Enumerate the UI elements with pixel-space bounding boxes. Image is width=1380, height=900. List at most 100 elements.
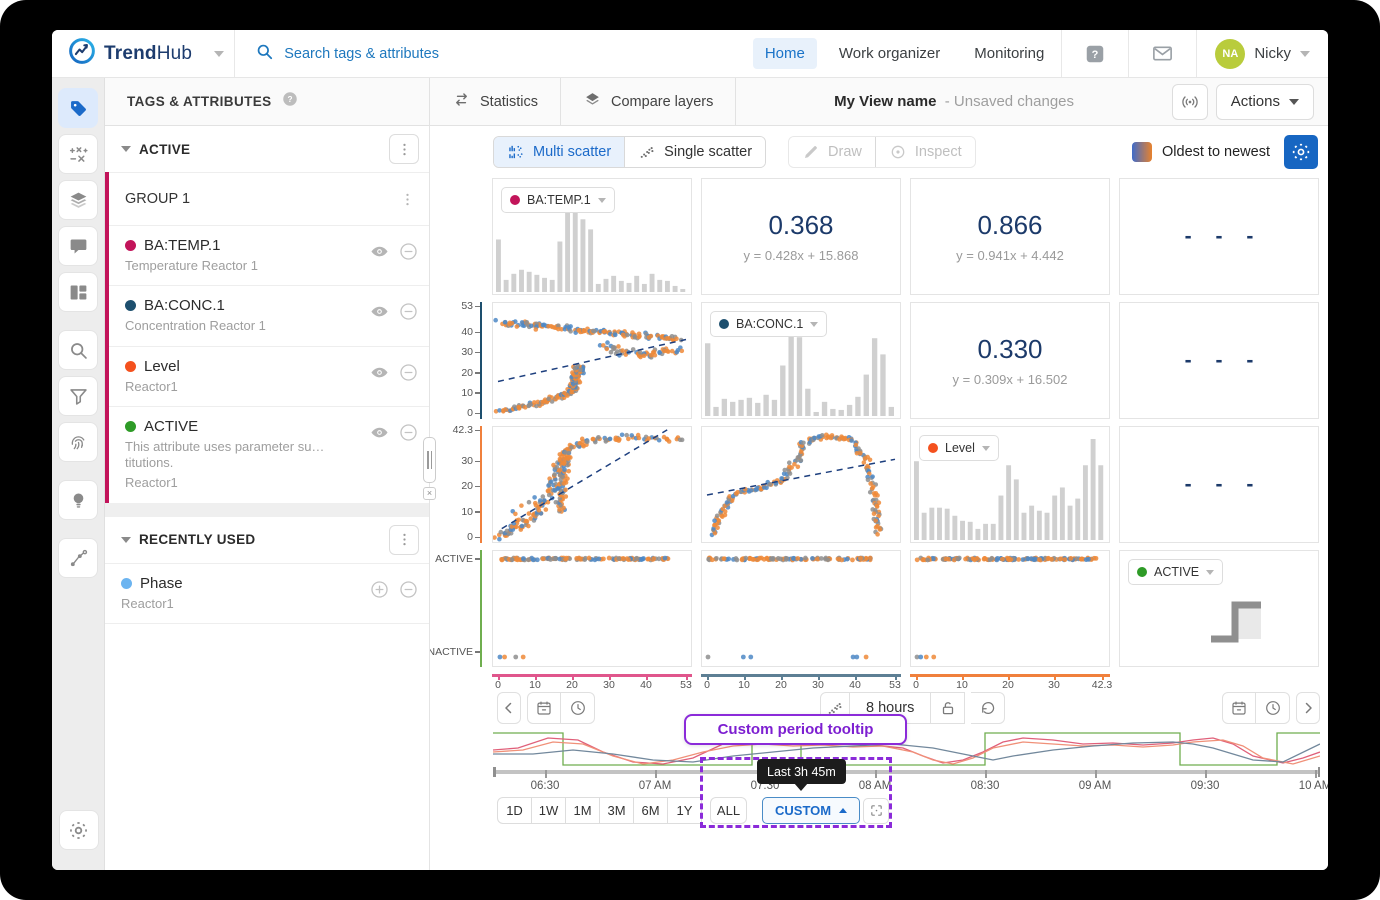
matrix-cell-1-0[interactable] [492,302,692,419]
tab-label: Single scatter [664,144,752,160]
time-start-button[interactable] [561,692,595,724]
rail-gear-icon[interactable] [59,810,99,850]
matrix-cell-1-1[interactable]: BA:CONC.1 [701,302,901,419]
rail-search-icon[interactable] [58,330,98,370]
matrix-cell-1-2[interactable]: 0.330y = 0.309x + 16.502 [910,302,1110,419]
group-menu-button[interactable] [395,187,419,211]
no-correlation-cell[interactable]: - - - [1119,302,1319,419]
range-button-all[interactable]: ALL [710,797,747,824]
range-button-1w[interactable]: 1W [531,797,566,824]
matrix-cell-2-0[interactable] [492,426,692,543]
tag-item-level[interactable]: LevelReactor1 [109,346,429,406]
calendar-end-button[interactable] [1222,692,1256,724]
series-chip-ba-conc-1[interactable]: BA:CONC.1 [710,311,827,337]
eye-icon[interactable] [369,422,390,448]
series-chip-level[interactable]: Level [919,435,999,461]
scroll-right-button[interactable] [1296,692,1320,724]
nav-item-monitoring[interactable]: Monitoring [962,38,1056,69]
minus-circle-icon[interactable] [398,241,419,267]
minus-circle-icon[interactable] [398,301,419,327]
time-end-button[interactable] [1256,692,1290,724]
range-button-1m[interactable]: 1M [565,797,600,824]
section-menu-button[interactable] [389,134,419,164]
range-button-custom[interactable]: CUSTOM [762,797,860,824]
minus-circle-icon[interactable] [398,362,419,388]
rail-comment-icon[interactable] [58,226,98,266]
tag-item-ba-conc-1[interactable]: BA:CONC.1Concentration Reactor 1 [109,285,429,345]
user-menu[interactable]: NA Nicky [1197,39,1328,69]
minus-circle-icon[interactable] [398,422,419,448]
eye-icon[interactable] [369,241,390,267]
no-correlation-cell[interactable]: - - - [1119,178,1319,295]
messages-button[interactable] [1129,30,1196,77]
panel-resize-handle[interactable] [423,437,436,483]
calendar-start-button[interactable] [527,692,561,724]
matrix-cell-3-2[interactable] [910,550,1110,667]
rail-tag-icon[interactable] [58,88,98,128]
nav-item-work-organizer[interactable]: Work organizer [827,38,952,69]
compare-layers-button[interactable]: Compare layers [561,78,736,125]
series-chip-ba-temp-1[interactable]: BA:TEMP.1 [501,187,615,213]
rail-graph-icon[interactable] [58,538,98,578]
help-circle-icon[interactable]: ? [281,90,299,113]
minus-circle-icon[interactable] [398,579,419,605]
brand-chevron-down-icon[interactable] [214,51,224,57]
range-button-1d[interactable]: 1D [497,797,532,824]
rail-formula-icon[interactable] [58,134,98,174]
tab-multi-scatter[interactable]: Multi scatter [494,137,624,167]
help-button[interactable]: ? [1062,30,1128,77]
rail-filter-icon[interactable] [58,376,98,416]
svg-text:?: ? [1092,49,1099,61]
sort-order-label[interactable]: Oldest to newest [1162,144,1270,160]
collapse-chevron-icon[interactable] [121,146,131,152]
range-button-3m[interactable]: 3M [599,797,634,824]
actions-button[interactable]: Actions [1216,84,1314,120]
range-button-1y[interactable]: 1Y [667,797,702,824]
series-color-dot [1137,567,1147,577]
rail-fingerprint-icon[interactable] [58,422,98,462]
eye-icon[interactable] [369,362,390,388]
search-input[interactable] [284,46,584,62]
tag-item-ba-temp-1[interactable]: BA:TEMP.1Temperature Reactor 1 [109,225,429,285]
broadcast-button[interactable] [1172,84,1208,120]
series-chip-active[interactable]: ACTIVE [1128,559,1223,585]
brand[interactable]: TrendHub [52,37,234,70]
section-menu-button[interactable] [389,525,419,555]
lock-duration-button[interactable] [931,692,965,724]
matrix-cell-2-1[interactable] [701,426,901,543]
chip-chevron-down-icon [982,446,990,451]
view-name: My View name [834,93,936,110]
y-tick-label: 0 [467,531,473,543]
no-correlation-cell[interactable]: - - - [1119,426,1319,543]
tag-name: Phase [140,575,183,592]
panel-collapse-button[interactable]: × [423,487,436,500]
collapse-chevron-icon[interactable] [121,537,131,543]
matrix-cell-2-2[interactable]: Level [910,426,1110,543]
tab-single-scatter[interactable]: Single scatter [624,137,765,167]
x-tick-label: 20 [566,679,578,691]
matrix-cell-3-1[interactable] [701,550,901,667]
group-header[interactable]: GROUP 1 [109,172,429,225]
custom-interval-button[interactable] [863,798,889,824]
plus-circle-icon[interactable] [369,579,390,605]
chart-settings-button[interactable] [1284,135,1318,169]
matrix-cell-0-1[interactable]: 0.368y = 0.428x + 15.868 [701,178,901,295]
matrix-cell-0-0[interactable]: BA:TEMP.1 [492,178,692,295]
eye-icon[interactable] [369,301,390,327]
matrix-cell-3-0[interactable] [492,550,692,667]
rail-layers-icon[interactable] [58,180,98,220]
matrix-cell-3-3[interactable]: ACTIVE [1119,550,1319,667]
rail-bulb-icon[interactable] [58,480,98,520]
scroll-left-button[interactable] [497,692,521,724]
main-nav: Home Work organizer Monitoring [748,30,1062,77]
matrix-cell-0-2[interactable]: 0.866y = 0.941x + 4.442 [910,178,1110,295]
range-button-6m[interactable]: 6M [633,797,668,824]
rail-dashboard-icon[interactable] [58,272,98,312]
restore-period-button[interactable] [971,692,1005,724]
series-color-dot [719,319,729,329]
tag-item-phase[interactable]: PhaseReactor1 [105,563,429,623]
statistics-button[interactable]: Statistics [430,78,561,125]
nav-item-home[interactable]: Home [753,38,817,69]
tag-item-active[interactable]: ACTIVEThis attribute uses parameter su… … [109,406,429,503]
x-tick-label: 40 [640,679,652,691]
